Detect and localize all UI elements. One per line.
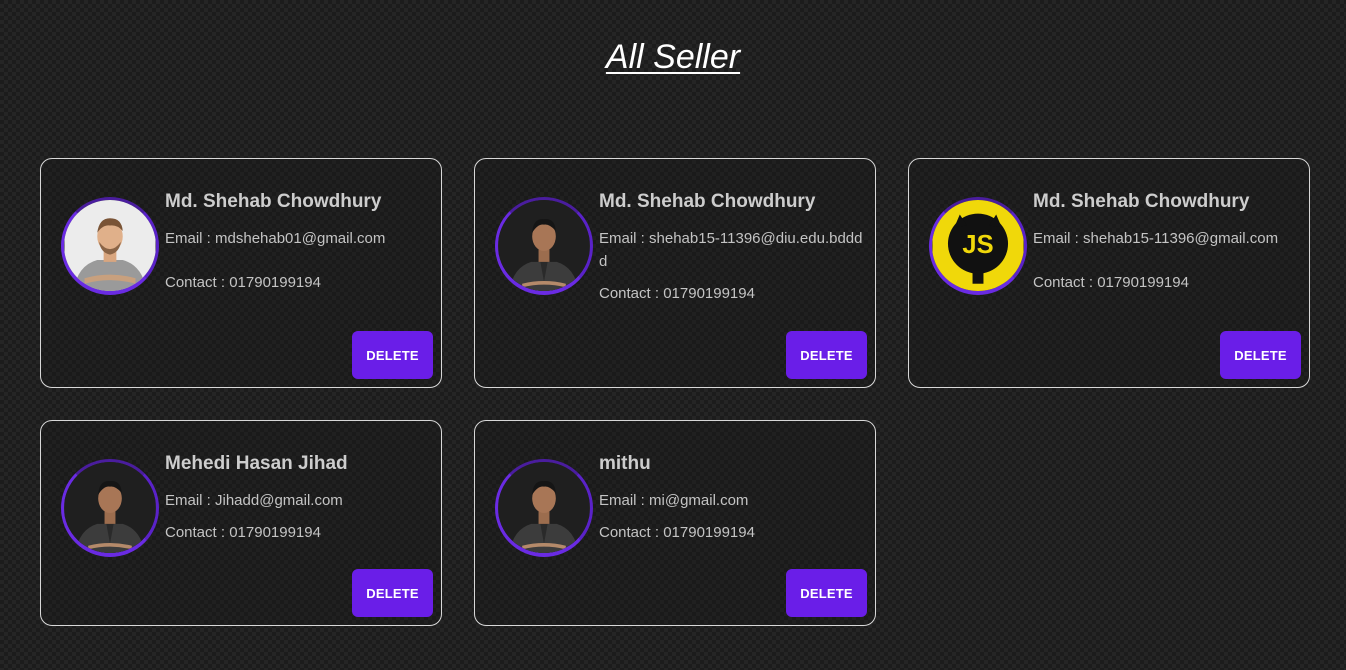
man-dark-shirt-photo (498, 462, 590, 553)
svg-text:JS: JS (962, 231, 993, 259)
delete-button[interactable]: DELETE (786, 331, 867, 379)
man-dark-shirt-photo (498, 200, 590, 291)
seller-name: Md. Shehab Chowdhury (599, 191, 816, 212)
js-logo-icon: JS (932, 200, 1024, 291)
seller-email: Email : shehab15-11396@gmail.com (1033, 230, 1279, 247)
seller-contact: Contact : 01790199194 (599, 285, 755, 302)
seller-card: Mehedi Hasan Jihad Email : Jihadd@gmail.… (40, 420, 442, 626)
seller-info: Mehedi Hasan Jihad Email : Jihadd@gmail.… (165, 451, 430, 544)
man-dark-shirt-photo (64, 462, 156, 553)
seller-avatar (495, 459, 593, 557)
seller-avatar (495, 197, 593, 295)
seller-card: Md. Shehab Chowdhury Email : mdshehab01@… (40, 158, 442, 388)
seller-avatar (61, 197, 159, 295)
seller-name: Md. Shehab Chowdhury (1033, 191, 1250, 212)
seller-grid: Md. Shehab Chowdhury Email : mdshehab01@… (40, 158, 1310, 626)
seller-name: Md. Shehab Chowdhury (165, 191, 382, 212)
seller-info: mithu Email : mi@gmail.com Contact : 017… (599, 451, 864, 544)
seller-contact: Contact : 01790199194 (165, 274, 321, 291)
seller-email: Email : Jihadd@gmail.com (165, 492, 343, 509)
seller-info: Md. Shehab Chowdhury Email : mdshehab01@… (165, 189, 430, 294)
man-gray-tshirt-photo (64, 200, 156, 291)
seller-contact: Contact : 01790199194 (1033, 274, 1189, 291)
seller-card: Md. Shehab Chowdhury Email : shehab15-11… (474, 158, 876, 388)
seller-email: Email : mi@gmail.com (599, 492, 749, 509)
seller-card: JS Md. Shehab Chowdhury Email : shehab15… (908, 158, 1310, 388)
seller-email: Email : mdshehab01@gmail.com (165, 230, 386, 247)
delete-button[interactable]: DELETE (352, 569, 433, 617)
delete-button[interactable]: DELETE (1220, 331, 1301, 379)
page-title: All Seller (605, 38, 741, 76)
seller-contact: Contact : 01790199194 (165, 524, 321, 541)
delete-button[interactable]: DELETE (352, 331, 433, 379)
seller-info: Md. Shehab Chowdhury Email : shehab15-11… (599, 189, 864, 305)
seller-avatar (61, 459, 159, 557)
seller-avatar: JS (929, 197, 1027, 295)
seller-name: Mehedi Hasan Jihad (165, 453, 348, 474)
seller-info: Md. Shehab Chowdhury Email : shehab15-11… (1033, 189, 1298, 294)
seller-email: Email : shehab15-11396@diu.edu.bdddd (599, 230, 863, 270)
seller-contact: Contact : 01790199194 (599, 524, 755, 541)
delete-button[interactable]: DELETE (786, 569, 867, 617)
seller-card: mithu Email : mi@gmail.com Contact : 017… (474, 420, 876, 626)
seller-name: mithu (599, 453, 651, 474)
